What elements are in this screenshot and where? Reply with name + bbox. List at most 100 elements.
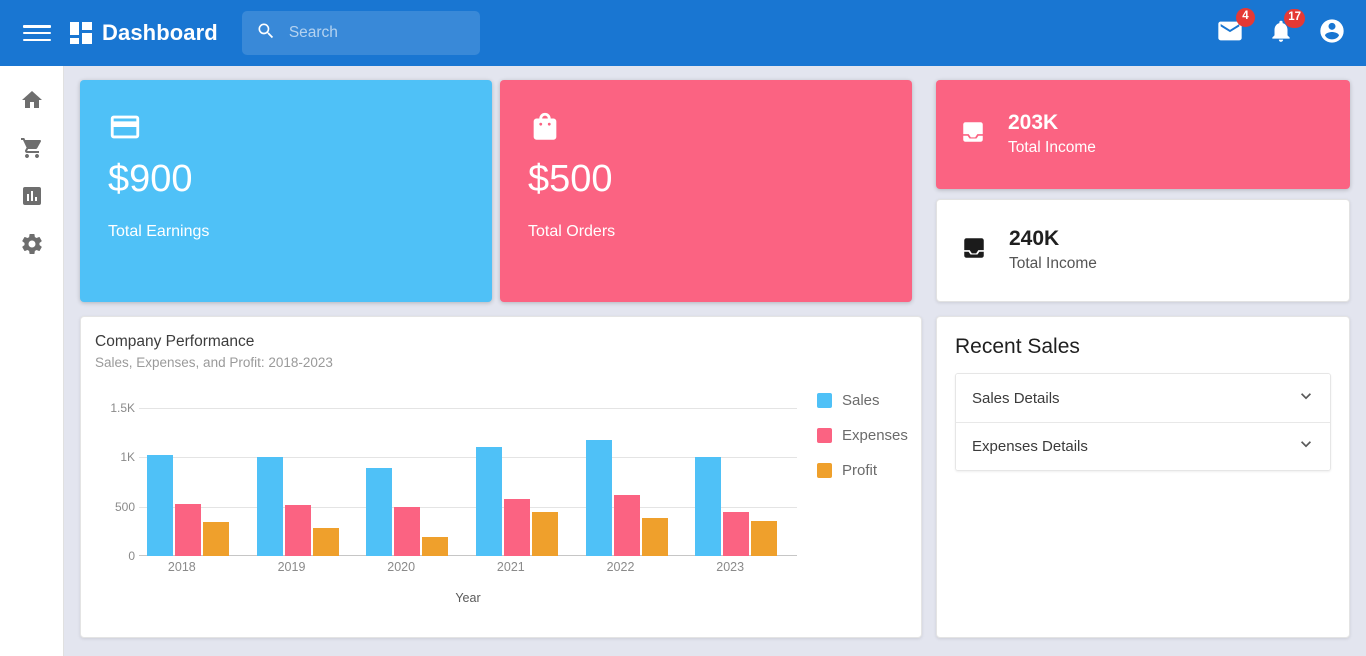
- notifications-button[interactable]: 17: [1268, 8, 1305, 49]
- main-content: $900 Total Earnings $500 Total Orders 20…: [64, 66, 1366, 656]
- bar-expenses-2022[interactable]: [613, 494, 640, 556]
- bar-profit-2020[interactable]: [422, 537, 449, 556]
- bar-group: [695, 457, 778, 556]
- top-app-bar: Dashboard 4 17: [0, 0, 1366, 66]
- brand: Dashboard: [70, 20, 218, 46]
- mail-badge: 4: [1236, 7, 1255, 27]
- bar-profit-2022[interactable]: [641, 517, 668, 556]
- y-axis-ticks: 0 500 1K 1.5K: [95, 401, 135, 563]
- total-income-value-secondary: 240K: [1009, 227, 1060, 250]
- mail-button[interactable]: 4: [1216, 7, 1255, 50]
- x-axis-title: Year: [455, 591, 481, 605]
- total-income-value-primary: 203K: [1008, 111, 1059, 134]
- gridline: [139, 408, 797, 409]
- sidebar-item-home[interactable]: [0, 78, 63, 126]
- notifications-badge: 17: [1284, 8, 1305, 28]
- total-income-label-primary: Total Income: [1008, 139, 1096, 156]
- company-performance-chart-card: Company Performance Sales, Expenses, and…: [80, 316, 922, 638]
- page-title: Dashboard: [102, 20, 218, 45]
- x-tick-label: 2019: [277, 560, 306, 574]
- total-earnings-value: $900: [108, 158, 193, 200]
- sidebar-item-orders[interactable]: [0, 126, 63, 174]
- bar-expenses-2023[interactable]: [723, 511, 750, 556]
- bar-expenses-2019[interactable]: [284, 505, 311, 556]
- bar-profit-2018[interactable]: [203, 522, 229, 556]
- bar-expenses-2018[interactable]: [175, 503, 201, 556]
- chart-legend: Sales Expenses Profit: [817, 392, 908, 479]
- x-tick-label: 2022: [606, 560, 635, 574]
- total-earnings-card[interactable]: $900 Total Earnings: [80, 80, 492, 302]
- y-tick-label: 1K: [120, 450, 135, 465]
- bar-group: [147, 455, 229, 556]
- x-tick-label: 2018: [167, 560, 196, 574]
- sidebar: [0, 66, 64, 656]
- legend-item-sales[interactable]: Sales: [817, 392, 908, 409]
- bar-group: [476, 447, 558, 556]
- legend-item-profit[interactable]: Profit: [817, 462, 908, 479]
- legend-swatch: [817, 393, 832, 408]
- credit-card-icon: [108, 110, 464, 149]
- bar-group: [585, 439, 668, 556]
- x-axis-ticks: 2018 2019 2020 2021 2022 2023: [139, 560, 797, 578]
- bar-group: [366, 468, 449, 556]
- y-tick-label: 1.5K: [110, 401, 135, 415]
- bar-sales-2018[interactable]: [147, 455, 173, 556]
- gear-icon: [20, 232, 44, 261]
- topbar-actions: 4 17: [1216, 7, 1346, 50]
- total-orders-card[interactable]: $500 Total Orders: [500, 80, 912, 302]
- total-earnings-label: Total Earnings: [108, 222, 210, 240]
- x-tick-label: 2021: [496, 560, 525, 574]
- legend-item-expenses[interactable]: Expenses: [817, 427, 908, 444]
- bar-profit-2021[interactable]: [532, 511, 558, 556]
- chart-plot-area: 0 500 1K 1.5K 2018 2019 2020 2021 2022 2023 Year…: [95, 386, 908, 648]
- shopping-cart-icon: [20, 136, 44, 165]
- legend-label: Sales: [842, 392, 880, 409]
- shopping-bag-icon: [528, 110, 884, 149]
- dashboard-grid-icon: [70, 22, 92, 44]
- legend-swatch: [817, 463, 832, 478]
- legend-label: Profit: [842, 462, 878, 479]
- account-button[interactable]: [1318, 17, 1346, 50]
- hamburger-menu-icon[interactable]: [22, 22, 52, 44]
- accordion-label: Expenses Details: [972, 438, 1088, 455]
- total-orders-value: $500: [528, 158, 613, 200]
- x-tick-label: 2023: [716, 560, 745, 574]
- accordion-item-sales-details[interactable]: Sales Details: [956, 374, 1330, 422]
- sidebar-item-settings[interactable]: [0, 222, 63, 270]
- recent-sales-title: Recent Sales: [955, 335, 1080, 358]
- search-box[interactable]: [241, 11, 480, 55]
- bar-sales-2021[interactable]: [476, 447, 502, 556]
- x-tick-label: 2020: [387, 560, 416, 574]
- bar-group: [256, 457, 339, 556]
- stats-row: $900 Total Earnings $500 Total Orders 20…: [80, 80, 1366, 308]
- chart-title: Company Performance: [95, 333, 255, 350]
- bar-expenses-2021[interactable]: [504, 498, 530, 556]
- legend-swatch: [817, 428, 832, 443]
- inbox-tray-icon: [960, 119, 986, 150]
- bar-expenses-2020[interactable]: [394, 507, 421, 556]
- sidebar-item-analytics[interactable]: [0, 174, 63, 222]
- accordion-label: Sales Details: [972, 389, 1060, 407]
- chevron-down-icon: [1296, 434, 1316, 459]
- bar-sales-2022[interactable]: [585, 439, 612, 556]
- search-icon: [256, 21, 276, 46]
- chart-subtitle: Sales, Expenses, and Profit: 2018-2023: [95, 355, 333, 370]
- bar-sales-2023[interactable]: [695, 457, 722, 556]
- bar-profit-2019[interactable]: [312, 528, 339, 556]
- inbox-tray-icon: [961, 235, 987, 266]
- search-input[interactable]: [286, 23, 466, 43]
- bar-profit-2023[interactable]: [751, 521, 778, 556]
- bar-chart-icon: [20, 184, 44, 213]
- account-circle-icon: [1318, 17, 1346, 50]
- legend-label: Expenses: [842, 427, 908, 444]
- accordion-item-expenses-details[interactable]: Expenses Details: [956, 422, 1330, 470]
- home-icon: [20, 88, 44, 117]
- bar-sales-2020[interactable]: [366, 468, 393, 556]
- y-tick-label: 0: [128, 549, 135, 563]
- bar-sales-2019[interactable]: [256, 457, 283, 556]
- recent-sales-card: Recent Sales Sales Details Expenses Deta…: [936, 316, 1350, 638]
- total-income-label-secondary: Total Income: [1009, 255, 1097, 272]
- total-income-card-primary[interactable]: 203K Total Income: [936, 80, 1350, 189]
- bars-container: [139, 408, 797, 556]
- total-income-card-secondary[interactable]: 240K Total Income: [936, 199, 1350, 302]
